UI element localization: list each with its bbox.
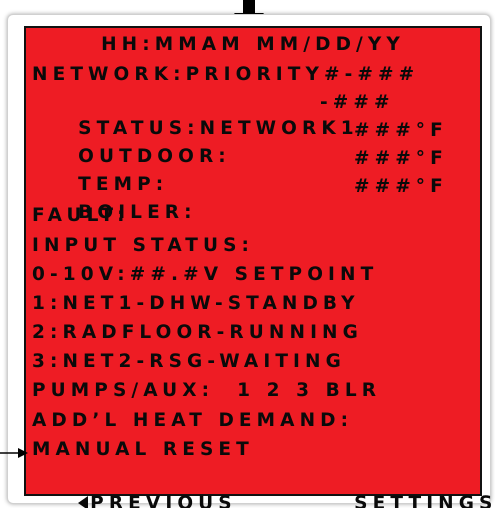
addl-heat-demand-line: ADD’L HEAT DEMAND:: [32, 410, 354, 431]
left-triangle-icon: [78, 496, 89, 508]
fault-line: FAULT:: [32, 205, 130, 226]
input-status-line: INPUT STATUS:: [32, 235, 255, 256]
time-date-header: HH:MMAM MM/DD/YY: [101, 34, 405, 55]
settings-label: SETTINGS: [354, 493, 495, 508]
outdoor-line: OUTDOOR: ###°F: [32, 118, 443, 167]
zone2-status-line: 2:RADFLOOR-RUNNING: [32, 322, 363, 343]
outdoor-value: ###°F: [354, 120, 448, 141]
temp-value: ###°F: [354, 148, 448, 169]
boiler-line: BOILER: ###°F: [32, 174, 443, 223]
zone3-status-line: 3:NET2-RSG-WAITING: [32, 351, 346, 372]
pumps-aux-line: PUMPS/AUX: 1 2 3 BLR: [32, 380, 382, 401]
previous-label: PREVIOUS: [90, 493, 237, 508]
analog-input-line: 0-10V:##.#V SETPOINT: [32, 264, 379, 285]
network-priority-line: NETWORK:PRIORITY#-###: [32, 64, 420, 85]
manual-reset-item[interactable]: MANUAL RESET: [32, 437, 254, 463]
boiler-value: ###°F: [354, 176, 448, 197]
previous-button[interactable]: PREVIOUS: [32, 465, 237, 508]
zone1-status-line: 1:NET1-DHW-STANDBY: [32, 293, 360, 314]
lcd-screen: HH:MMAM MM/DD/YY NETWORK:PRIORITY#-### S…: [24, 26, 492, 508]
status-value: -###: [320, 92, 395, 113]
temp-line: TEMP: ###°F: [32, 146, 443, 195]
status-line: STATUS:NETWORK1 -###: [32, 90, 389, 139]
settings-button[interactable]: SETTINGS: [308, 465, 495, 508]
right-arrow-icon: [0, 448, 28, 458]
